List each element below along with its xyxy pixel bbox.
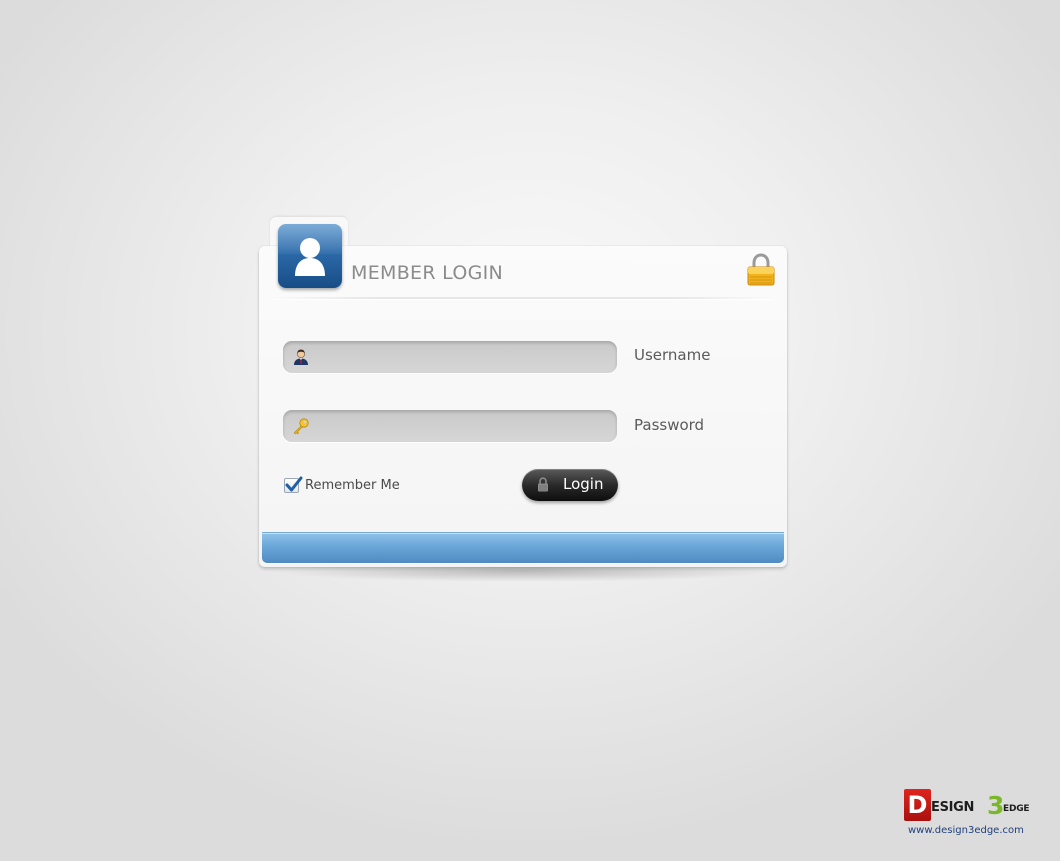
login-button[interactable]: Login bbox=[522, 469, 618, 501]
lock-icon bbox=[538, 477, 548, 492]
brand-logo-three: 3 bbox=[987, 791, 1005, 820]
password-field[interactable] bbox=[283, 410, 617, 442]
checkmark-icon bbox=[285, 476, 303, 492]
brand-url: www.design3edge.com bbox=[908, 825, 1024, 836]
padlock-icon bbox=[747, 253, 775, 286]
username-label: Username bbox=[634, 346, 711, 364]
username-field[interactable] bbox=[283, 341, 617, 373]
person-icon bbox=[294, 349, 308, 365]
title-divider bbox=[273, 297, 773, 300]
brand-logo-d: D bbox=[904, 789, 931, 821]
user-icon bbox=[278, 224, 342, 288]
brand-logo-edge: EDGE bbox=[1003, 804, 1030, 814]
card-footer-bar bbox=[262, 532, 784, 563]
brand-logo-text: ESIGN bbox=[931, 800, 975, 815]
username-input[interactable] bbox=[315, 341, 607, 373]
password-label: Password bbox=[634, 416, 705, 434]
key-icon bbox=[293, 418, 309, 435]
password-input[interactable] bbox=[315, 410, 607, 442]
login-button-label: Login bbox=[563, 475, 604, 493]
page-title: MEMBER LOGIN bbox=[351, 262, 504, 284]
remember-me-label: Remember Me bbox=[305, 478, 400, 493]
brand-logo: D ESIGN 3 EDGE bbox=[904, 787, 1032, 823]
login-card bbox=[259, 246, 787, 567]
remember-me-checkbox[interactable] bbox=[284, 476, 303, 493]
